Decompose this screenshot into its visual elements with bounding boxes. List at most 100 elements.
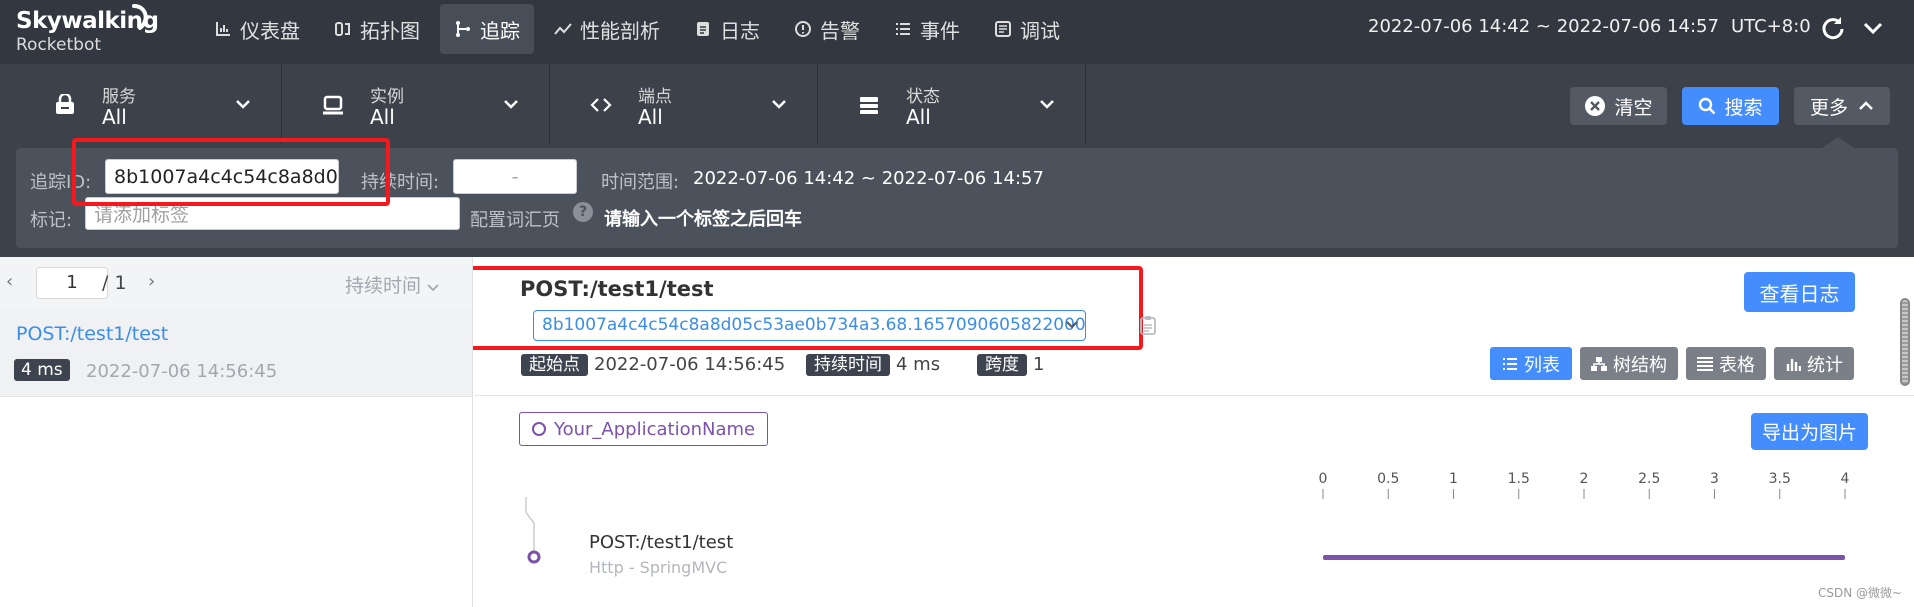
profile-icon [554, 23, 572, 35]
trace-timeline: 0 0.5 1 1.5 2 2.5 3 3.5 4 [1319, 471, 1850, 560]
nav-label: 拓扑图 [360, 18, 420, 43]
more-label: 更多 [1809, 96, 1848, 119]
page-total: / 1 [102, 272, 127, 294]
nav-item-alarm[interactable]: 告警 [780, 4, 874, 54]
trace-list-pager: ‹ 1 › 持续时间 [0, 257, 472, 309]
logo-subtitle: Rocketbot [16, 35, 102, 55]
nav-item-trace[interactable]: 追踪 [440, 4, 534, 54]
help-icon[interactable]: ? [573, 202, 593, 222]
nav-label: 事件 [920, 18, 960, 43]
tags-label: 标记: [30, 210, 73, 231]
scrollbar-thumb[interactable] [1900, 298, 1910, 386]
span-tree-connector [525, 497, 541, 564]
vocab-link[interactable]: 配置词汇页 [470, 206, 560, 232]
debug-icon [995, 21, 1011, 37]
nav-label: 仪表盘 [240, 18, 300, 43]
watermark: CSDN @微微~ [1818, 586, 1903, 600]
nav-item-event[interactable]: 事件 [880, 4, 974, 54]
nav-item-debug[interactable]: 调试 [980, 4, 1074, 54]
instance-label: 实例 [370, 87, 404, 107]
service-value: All [102, 105, 127, 129]
trace-list-item[interactable]: POST:/test1/test 4 ms 2022-07-06 14:56:4… [0, 309, 472, 397]
trace-start-time: 2022-07-06 14:56:45 [86, 361, 278, 382]
service-icon [56, 94, 74, 114]
log-icon [697, 22, 709, 36]
service-select[interactable]: 服务 All [14, 64, 282, 144]
trace-endpoint[interactable]: POST:/test1/test [16, 323, 168, 345]
instance-icon [323, 95, 343, 115]
axis-tick-label: 0.5 [1377, 471, 1399, 487]
nav-label: 追踪 [480, 18, 520, 43]
chevron-right-icon[interactable]: › [148, 271, 155, 292]
search-button[interactable]: 搜索 [1682, 87, 1779, 125]
trace-detail-panel: POST:/test1/test 8b1007a4c4c54c8a8d05c53… [474, 257, 1914, 607]
page-input[interactable]: 1 [36, 267, 108, 299]
axis-tick-label: 2 [1580, 471, 1589, 487]
chevron-down-icon [772, 100, 786, 109]
highlight-trace-id [72, 138, 390, 206]
trace-list-panel: ‹ 1 › 持续时间 POST:/test1/test 4 ms 2022-07… [0, 257, 473, 607]
span-duration-bar[interactable] [1323, 555, 1845, 560]
clear-label: 清空 [1614, 96, 1653, 119]
time-range-label: 时间范围: [601, 172, 680, 193]
sort-label: 持续时间 [345, 275, 422, 297]
close-circle-icon [1585, 96, 1606, 116]
timezone-label[interactable]: UTC+8:0 [1731, 16, 1811, 37]
chevron-down-icon [504, 100, 518, 109]
nav-item-topology[interactable]: 拓扑图 [320, 4, 434, 54]
sort-select[interactable]: 持续时间 [345, 271, 439, 298]
more-button[interactable]: 更多 [1794, 87, 1890, 125]
axis-tick-label: 3 [1710, 471, 1719, 487]
axis-tick-label: 0 [1319, 471, 1328, 487]
instance-value: All [370, 105, 395, 129]
duration-input[interactable]: - [453, 159, 577, 194]
axis-tick-label: 1 [1449, 471, 1458, 487]
chevron-down-icon [427, 284, 439, 292]
endpoint-label: 端点 [638, 87, 672, 107]
nav-item-log[interactable]: 日志 [680, 4, 774, 54]
endpoint-value: All [638, 105, 663, 129]
chevron-down-icon[interactable] [1862, 18, 1884, 38]
dashboard-icon [216, 22, 230, 36]
code-icon [590, 98, 612, 112]
event-icon [896, 23, 910, 35]
logo-arc-icon [132, 4, 148, 30]
chevron-down-icon [1040, 100, 1054, 109]
nav-label: 性能剖析 [580, 18, 660, 43]
status-value: All [906, 105, 931, 129]
main-nav: 仪表盘 拓扑图 追踪 性能剖析 日志 告警 事件 调试 [200, 4, 1080, 54]
axis-tick-label: 4 [1841, 471, 1850, 487]
nav-item-dashboard[interactable]: 仪表盘 [200, 4, 314, 54]
nav-item-profile[interactable]: 性能剖析 [540, 4, 674, 54]
search-label: 搜索 [1724, 96, 1763, 119]
status-select[interactable]: 状态 All [818, 64, 1086, 144]
header-time-range[interactable]: 2022-07-06 14:42 ~ 2022-07-06 14:57 [1368, 16, 1719, 37]
nav-label: 告警 [820, 18, 860, 43]
endpoint-select[interactable]: 端点 All [550, 64, 818, 144]
chevron-up-icon [1859, 101, 1873, 110]
axis-tick-label: 2.5 [1638, 471, 1660, 487]
span-component: Http - SpringMVC [589, 558, 728, 577]
dropdown-pointer [1822, 137, 1854, 148]
clear-button[interactable]: 清空 [1570, 87, 1667, 125]
alarm-icon [795, 21, 811, 37]
nav-label: 调试 [1020, 18, 1060, 43]
top-navbar: Skywalking Rocketbot 仪表盘 拓扑图 追踪 性能剖析 日志 … [0, 0, 1914, 64]
instance-select[interactable]: 实例 All [282, 64, 550, 144]
time-range-value[interactable]: 2022-07-06 14:42 ~ 2022-07-06 14:57 [693, 168, 1044, 189]
status-label: 状态 [906, 87, 940, 107]
trace-icon [456, 21, 470, 37]
reload-icon[interactable] [1820, 15, 1846, 41]
chevron-down-icon [236, 100, 250, 109]
chevron-left-icon[interactable]: ‹ [6, 271, 13, 292]
status-icon [860, 97, 878, 114]
nav-label: 日志 [720, 18, 760, 43]
service-label: 服务 [102, 87, 136, 107]
axis-tick-label: 1.5 [1508, 471, 1530, 487]
topology-icon [335, 22, 350, 36]
trace-duration-badge: 4 ms [14, 359, 70, 381]
search-icon [1699, 97, 1716, 115]
tag-hint: 请输入一个标签之后回车 [604, 209, 802, 230]
span-name[interactable]: POST:/test1/test [589, 532, 733, 553]
axis-tick-label: 3.5 [1769, 471, 1791, 487]
